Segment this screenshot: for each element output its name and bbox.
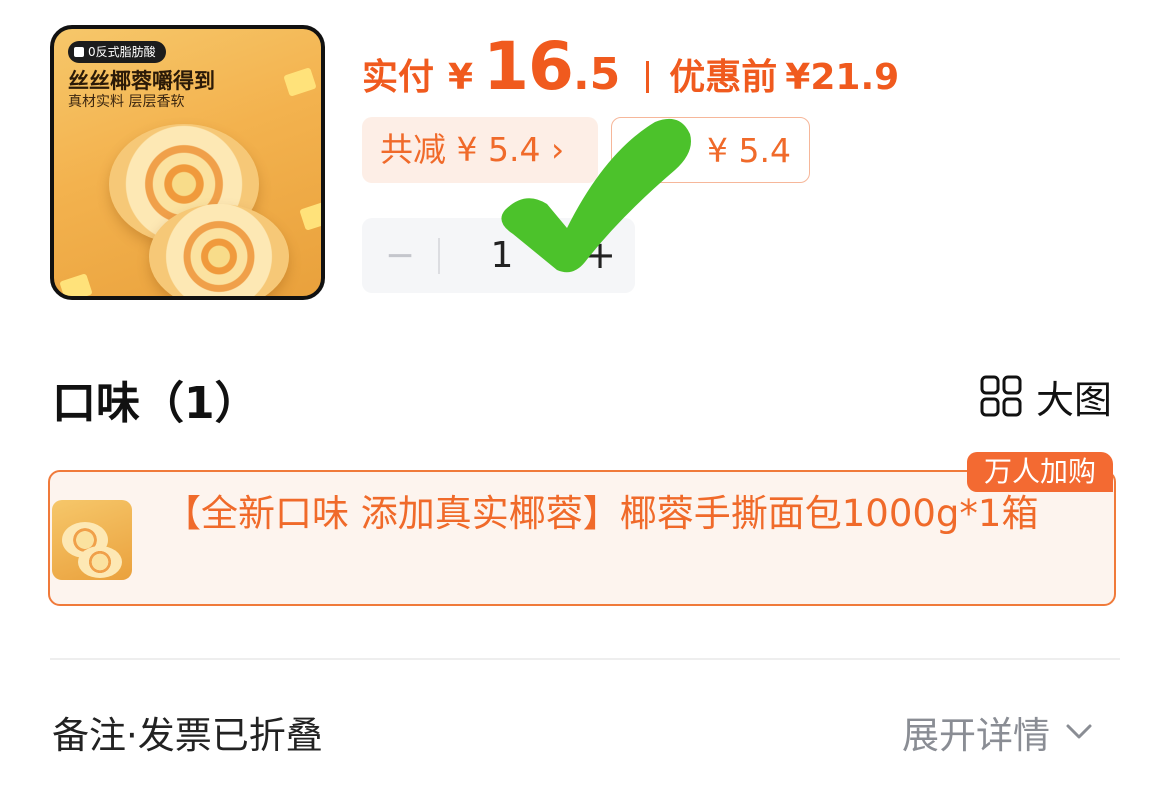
big-image-toggle[interactable]: 大图 bbox=[980, 372, 1112, 422]
cheese-decoration bbox=[299, 201, 321, 231]
flavor-section-title: 口味（1） bbox=[52, 378, 259, 429]
box-icon bbox=[74, 47, 84, 57]
bread-illustration bbox=[78, 546, 122, 578]
option-label: 【全新口味 添加真实椰蓉】椰蓉手撕面包1000g*1箱 bbox=[164, 492, 1039, 535]
expand-details-button[interactable]: 展开详情 bbox=[902, 705, 1094, 759]
grid-icon bbox=[980, 375, 1022, 417]
price-row: 实付 ¥ 16 .5 优惠前 ¥21.9 bbox=[362, 28, 900, 105]
notes-invoice-label: 备注·发票已折叠 bbox=[52, 714, 323, 757]
big-image-label: 大图 bbox=[1036, 377, 1113, 422]
decrease-button[interactable]: − bbox=[380, 218, 420, 293]
popular-badge: 万人加购 bbox=[967, 452, 1113, 492]
currency-symbol: ¥ bbox=[448, 57, 474, 98]
product-subline: 真材实料 层层香软 bbox=[68, 94, 185, 110]
paid-price-int: 16 bbox=[483, 28, 574, 105]
flavor-option-selected[interactable]: 【全新口味 添加真实椰蓉】椰蓉手撕面包1000g*1箱 bbox=[48, 470, 1116, 606]
paid-label: 实付 bbox=[362, 57, 435, 98]
chevron-down-icon bbox=[1066, 724, 1092, 739]
expand-details-label: 展开详情 bbox=[902, 714, 1050, 757]
price-separator bbox=[646, 61, 650, 93]
product-image[interactable]: 0反式脂肪酸 丝丝椰蓉嚼得到 真材实料 层层香软 bbox=[50, 25, 325, 300]
cheese-decoration bbox=[283, 67, 317, 97]
tag-text: 0反式脂肪酸 bbox=[88, 45, 156, 59]
original-price: ¥21.9 bbox=[785, 57, 900, 98]
original-label: 优惠前 bbox=[669, 57, 778, 98]
trans-fat-tag: 0反式脂肪酸 bbox=[68, 41, 166, 63]
stepper-divider bbox=[438, 238, 440, 274]
cheese-decoration bbox=[59, 273, 93, 296]
bread-illustration bbox=[149, 204, 289, 296]
paid-price-dec: .5 bbox=[572, 49, 621, 100]
checkmark-icon bbox=[501, 118, 691, 273]
section-divider bbox=[50, 658, 1120, 660]
option-thumbnail bbox=[52, 500, 132, 580]
